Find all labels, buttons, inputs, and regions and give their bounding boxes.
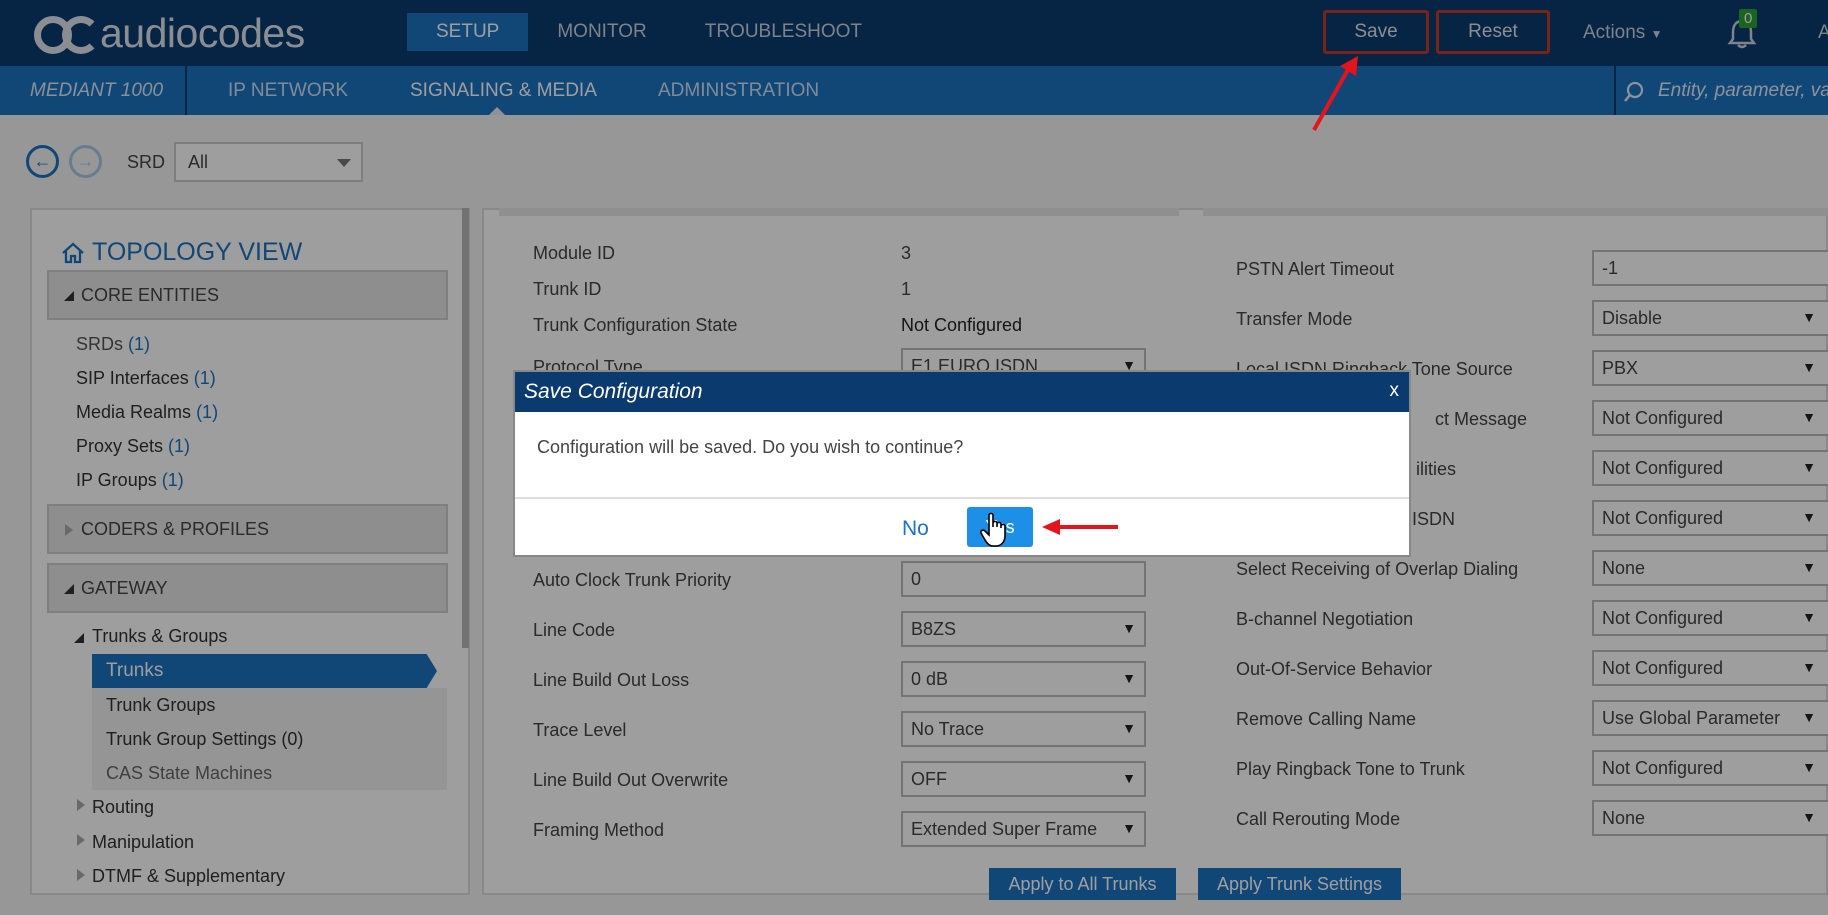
- close-icon[interactable]: x: [1390, 380, 1400, 402]
- dialog-header: Save Configuration x: [515, 372, 1409, 412]
- dialog-title: Save Configuration: [524, 380, 703, 403]
- annotation-arrow-icon: [1312, 56, 1358, 131]
- divider: [515, 497, 1409, 499]
- hand-cursor-icon: [980, 512, 1006, 547]
- no-button[interactable]: No: [902, 517, 929, 541]
- save-configuration-dialog: Save Configuration x Configuration will …: [513, 370, 1411, 557]
- dialog-message: Configuration will be saved. Do you wish…: [537, 437, 964, 457]
- annotation-arrow-icon: [1042, 519, 1118, 535]
